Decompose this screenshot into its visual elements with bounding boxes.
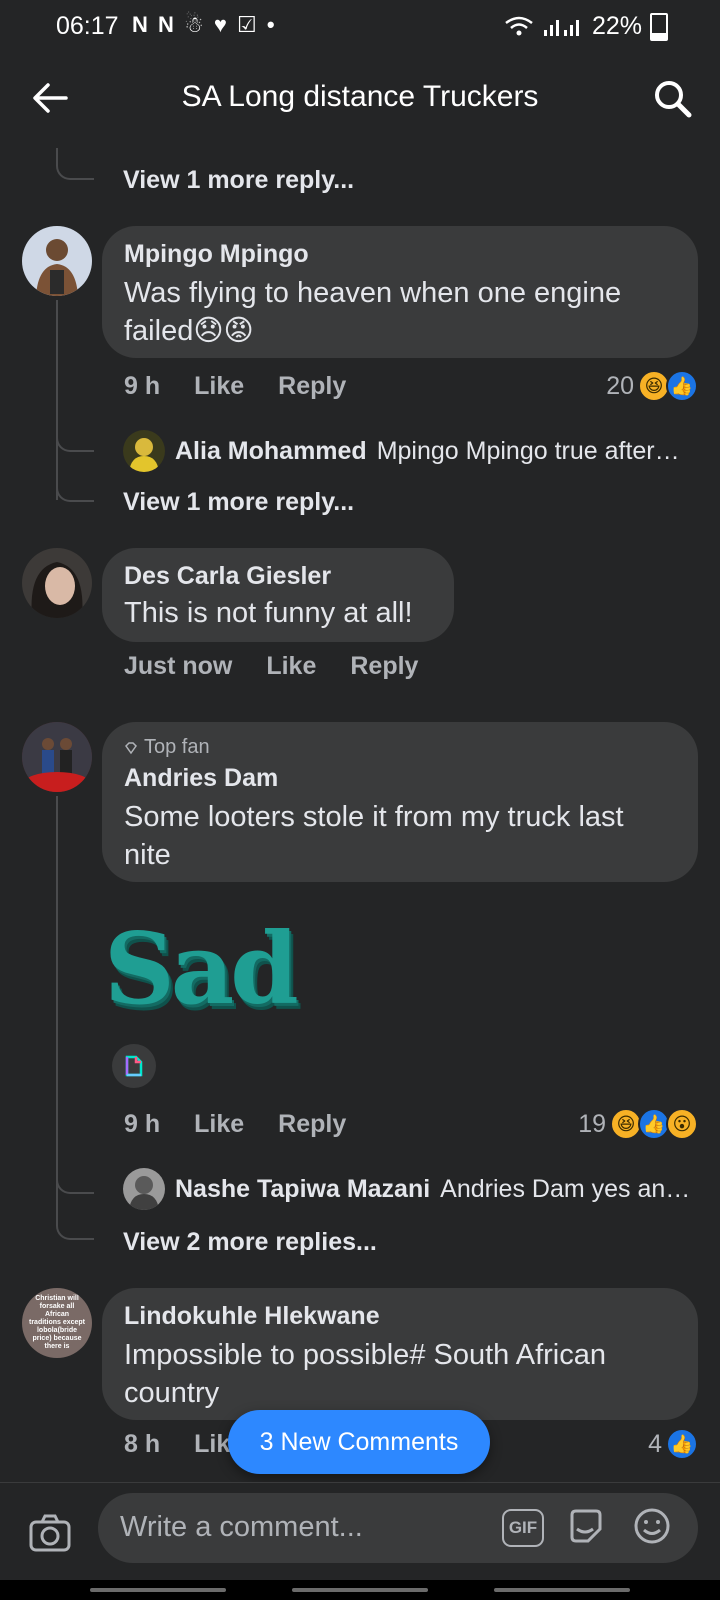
- reply-text: Mpingo Mpingo true after…: [376, 436, 680, 465]
- like-reaction-icon: 👍: [666, 1428, 698, 1460]
- emoji-icon[interactable]: [633, 1507, 671, 1545]
- battery-icon: [650, 12, 668, 41]
- top-app-bar: SA Long distance Truckers: [0, 58, 720, 140]
- reaction-summary[interactable]: 20 😆 👍: [606, 370, 698, 402]
- thread-line: [56, 420, 94, 452]
- reaction-count: 19: [578, 1109, 606, 1138]
- sticker-icon[interactable]: [566, 1507, 604, 1545]
- status-bar: 06:17 N N ☃ ♥ ☑ • 22%: [0, 0, 720, 52]
- avatar[interactable]: Christian will forsake all African tradi…: [22, 1288, 92, 1358]
- nav-home[interactable]: [292, 1588, 428, 1592]
- comment-time: 8 h: [124, 1430, 161, 1458]
- reply-preview[interactable]: Alia Mohammed Mpingo Mpingo true after…: [123, 430, 680, 472]
- avatar[interactable]: [22, 722, 92, 792]
- reaction-count: 4: [648, 1429, 662, 1458]
- comment-input[interactable]: Write a comment... GIF: [98, 1493, 698, 1563]
- comment-placeholder: Write a comment...: [120, 1511, 363, 1543]
- reaction-summary[interactable]: 4 👍: [648, 1428, 698, 1460]
- comment-text: This is not funny at all!: [124, 597, 413, 629]
- like-button[interactable]: Like: [194, 372, 244, 401]
- comment-text: Impossible to possible# South African co…: [124, 1339, 606, 1409]
- camera-icon[interactable]: [28, 1513, 72, 1553]
- reply-button[interactable]: Reply: [278, 372, 346, 401]
- sticker-text: Sad: [104, 912, 299, 1027]
- reaction-count: 20: [606, 371, 634, 400]
- reply-author[interactable]: Alia Mohammed: [175, 437, 367, 466]
- thread-line: [56, 1162, 94, 1194]
- comment-composer: Write a comment... GIF: [0, 1482, 720, 1579]
- attachment-chip[interactable]: [112, 1044, 156, 1088]
- like-button[interactable]: Like: [266, 652, 316, 681]
- comment-author[interactable]: Des Carla Giesler: [124, 562, 331, 591]
- battery-percent: 22%: [591, 12, 642, 40]
- thread-line: [56, 1208, 94, 1240]
- avatar: [123, 430, 165, 472]
- comment-bubble[interactable]: Lindokuhle Hlekwane Impossible to possib…: [102, 1288, 698, 1420]
- diamond-icon: [125, 741, 137, 754]
- page-title: SA Long distance Truckers: [181, 80, 539, 113]
- status-time: 06:17: [56, 12, 119, 40]
- view-more-replies-link[interactable]: View 2 more replies...: [123, 1228, 377, 1257]
- comment-actions: 8 h Lik: [124, 1430, 230, 1459]
- view-more-replies-link[interactable]: View 1 more reply...: [123, 488, 354, 517]
- top-fan-badge: Top fan: [124, 736, 210, 759]
- reply-author[interactable]: Nashe Tapiwa Mazani: [175, 1175, 430, 1204]
- signal-icon: [543, 19, 579, 36]
- thread-line: [56, 470, 94, 502]
- comment-actions: 9 h Like Reply: [124, 372, 346, 401]
- comment-time: 9 h: [124, 1110, 161, 1138]
- comment-actions: 9 h Like Reply: [124, 1110, 346, 1139]
- avatar-text: Christian will forsake all African tradi…: [29, 1295, 86, 1350]
- like-button[interactable]: Lik: [194, 1430, 230, 1459]
- comment-author[interactable]: Mpingo Mpingo: [124, 240, 309, 269]
- comment-text: Was flying to heaven when one engine fai…: [124, 277, 622, 347]
- avatar[interactable]: [22, 548, 92, 618]
- thread-line: [56, 148, 94, 180]
- comment-actions: Just now Like Reply: [124, 652, 418, 681]
- sticker-sad[interactable]: Sad: [104, 920, 299, 1020]
- nav-back[interactable]: [494, 1588, 630, 1592]
- comment-time: 9 h: [124, 372, 161, 400]
- reply-preview[interactable]: Nashe Tapiwa Mazani Andries Dam yes an…: [123, 1168, 690, 1210]
- wow-reaction-icon: 😮: [666, 1108, 698, 1140]
- comment-author[interactable]: Lindokuhle Hlekwane: [124, 1302, 380, 1331]
- notification-icons: N N ☃ ♥ ☑ •: [132, 12, 277, 37]
- avatar[interactable]: [22, 226, 92, 296]
- reaction-summary[interactable]: 19 😆 👍 😮: [578, 1108, 698, 1140]
- comment-time: Just now: [124, 652, 233, 680]
- system-navigation-bar: [0, 1580, 720, 1600]
- comment-bubble[interactable]: Des Carla Giesler This is not funny at a…: [102, 548, 454, 642]
- badge-label: Top fan: [144, 736, 210, 758]
- reply-text: Andries Dam yes an…: [440, 1174, 691, 1203]
- comment-bubble[interactable]: Mpingo Mpingo Was flying to heaven when …: [102, 226, 698, 358]
- search-icon[interactable]: [650, 76, 694, 120]
- nav-recents[interactable]: [90, 1588, 226, 1592]
- comment-bubble[interactable]: Top fan Andries Dam Some looters stole i…: [102, 722, 698, 882]
- reply-button[interactable]: Reply: [350, 652, 418, 681]
- like-reaction-icon: 👍: [666, 370, 698, 402]
- reply-button[interactable]: Reply: [278, 1110, 346, 1139]
- like-button[interactable]: Like: [194, 1110, 244, 1139]
- gif-button[interactable]: GIF: [502, 1509, 544, 1547]
- giphy-icon: [125, 1055, 143, 1077]
- view-more-replies-link[interactable]: View 1 more reply...: [123, 166, 354, 195]
- comment-text: Some looters stole it from my truck last…: [124, 801, 624, 871]
- comment-author[interactable]: Andries Dam: [124, 764, 278, 793]
- system-indicators: 22%: [504, 12, 668, 41]
- new-comments-button[interactable]: 3 New Comments: [228, 1410, 490, 1474]
- wifi-icon: [505, 16, 533, 35]
- avatar: [123, 1168, 165, 1210]
- thread-line: [56, 796, 58, 1224]
